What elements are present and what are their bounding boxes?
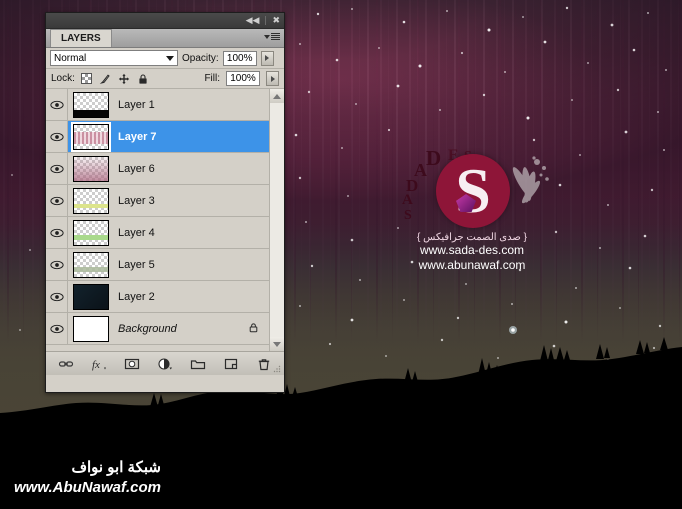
lock-fill-row: Lock: Fill: 100% [46, 69, 284, 89]
layer-thumbnail[interactable] [71, 121, 111, 152]
layer-list-scrollbar[interactable] [269, 89, 284, 351]
new-layer-icon[interactable] [223, 356, 239, 372]
layer-thumbnail[interactable] [73, 251, 109, 278]
layer-name[interactable]: Layer 6 [118, 163, 155, 175]
layer-thumbnail[interactable] [73, 155, 109, 182]
svg-text:fx: fx [92, 359, 100, 371]
layer-locked-icon [249, 322, 258, 332]
panel-menu-caret-icon [264, 34, 270, 39]
opacity-input[interactable]: 100% [222, 50, 257, 66]
visibility-eye-icon[interactable] [49, 99, 64, 111]
panel-menu-icon[interactable] [264, 33, 280, 40]
branding-arabic: شبكة ابو نواف [71, 459, 161, 476]
layer-lock-indicator [248, 321, 259, 336]
layers-panel[interactable]: ◀◀ ✖ LAYERS Normal Opacity: 100% Lock: F… [45, 12, 285, 393]
layer-thumbnail[interactable] [73, 219, 109, 246]
opacity-slider-button[interactable] [260, 50, 274, 66]
layer-visibility-toggle[interactable] [46, 217, 68, 248]
layer-thumbnail[interactable] [73, 187, 109, 214]
watermark-monogram: S [455, 155, 491, 226]
layer-name[interactable]: Background [118, 323, 177, 335]
layer-visibility-toggle[interactable] [46, 89, 68, 120]
chevron-down-icon [166, 55, 174, 61]
layer-name[interactable]: Layer 3 [118, 195, 155, 207]
delete-layer-icon[interactable] [256, 356, 272, 372]
layer-row-layer-6[interactable]: Layer 6 [46, 153, 269, 185]
branding-url: www.AbuNawaf.com [14, 479, 161, 496]
lock-transparency-icon[interactable] [80, 73, 92, 84]
visibility-eye-icon[interactable] [49, 163, 64, 175]
layer-thumbnail[interactable] [73, 91, 109, 118]
layer-row-layer-2[interactable]: Layer 2 [46, 281, 269, 313]
blend-mode-value: Normal [54, 52, 87, 64]
collapse-double-arrow-icon[interactable]: ◀◀ [246, 16, 260, 25]
titlebar-divider [265, 16, 267, 25]
visibility-eye-icon[interactable] [49, 259, 64, 271]
layer-visibility-toggle[interactable] [46, 185, 68, 216]
layer-thumbnail[interactable] [73, 283, 109, 310]
scrollbar-track[interactable] [270, 103, 284, 337]
visibility-eye-icon[interactable] [49, 323, 64, 335]
layer-visibility-toggle[interactable] [46, 249, 68, 280]
watermark-url-2: www.abunawaf.com [418, 258, 526, 272]
scroll-down-button[interactable] [270, 337, 284, 351]
screenshot-root: D E S A D A S S { صدى الصمت جرافيكس } ww… [0, 0, 682, 509]
fill-label: Fill: [204, 73, 220, 84]
layer-row-layer-7[interactable]: Layer 7 [46, 121, 269, 153]
link-layers-icon[interactable] [58, 356, 74, 372]
layer-name[interactable]: Layer 5 [118, 259, 155, 271]
watermark-letter-a2: A [402, 192, 413, 208]
watermark-tagline: { صدى الصمت جرافيكس } [416, 232, 527, 243]
watermark-logo: D E S A D A S S [392, 138, 552, 230]
new-adjustment-layer-icon[interactable] [157, 356, 173, 372]
layer-row-layer-5[interactable]: Layer 5 [46, 249, 269, 281]
layer-visibility-toggle[interactable] [46, 281, 68, 312]
blend-opacity-row: Normal Opacity: 100% [46, 48, 284, 69]
lock-position-icon[interactable] [118, 73, 130, 85]
add-layer-mask-icon[interactable] [124, 356, 140, 372]
layer-name[interactable]: Layer 2 [118, 291, 155, 303]
visibility-eye-icon[interactable] [49, 291, 64, 303]
watermark: D E S A D A S S { صدى الصمت جرافيكس } ww… [392, 138, 552, 278]
layer-visibility-toggle[interactable] [46, 153, 68, 184]
layer-style-fx-icon[interactable]: fx [91, 356, 107, 372]
tab-layers[interactable]: LAYERS [50, 29, 112, 47]
layer-name[interactable]: Layer 4 [118, 227, 155, 239]
layer-list[interactable]: Layer 1 Layer 7 Layer 6 Layer 3 Layer 4 Layer… [46, 89, 269, 351]
panel-titlebar: ◀◀ ✖ [46, 13, 284, 29]
close-icon[interactable]: ✖ [272, 16, 280, 25]
visibility-eye-icon[interactable] [49, 227, 64, 239]
layer-row-background[interactable]: Background [46, 313, 269, 345]
fill-slider-button[interactable] [266, 71, 279, 86]
fill-input[interactable]: 100% [226, 71, 260, 86]
lock-image-pixels-icon[interactable] [99, 73, 111, 85]
layer-name[interactable]: Layer 7 [118, 131, 157, 143]
lock-all-icon[interactable] [137, 73, 149, 85]
watermark-letter-s2: S [404, 208, 412, 223]
visibility-eye-icon[interactable] [49, 195, 64, 207]
layer-visibility-toggle[interactable] [46, 121, 68, 152]
panel-tabstrip: LAYERS [46, 29, 284, 48]
watermark-url-1: www.sada-des.com [419, 243, 525, 257]
panel-menu-lines-icon [271, 33, 280, 40]
opacity-label: Opacity: [182, 52, 219, 64]
layer-visibility-toggle[interactable] [46, 313, 68, 344]
layer-name[interactable]: Layer 1 [118, 99, 155, 111]
site-branding: شبكة ابو نواف www.AbuNawaf.com [14, 458, 161, 497]
layer-row-layer-4[interactable]: Layer 4 [46, 217, 269, 249]
resize-grip-icon[interactable] [273, 365, 281, 373]
new-group-icon[interactable] [190, 356, 206, 372]
layer-list-area: Layer 1 Layer 7 Layer 6 Layer 3 Layer 4 Layer… [46, 89, 284, 351]
layer-row-layer-1[interactable]: Layer 1 [46, 89, 269, 121]
blend-mode-select[interactable]: Normal [50, 50, 178, 66]
lock-label: Lock: [51, 73, 75, 84]
scroll-up-button[interactable] [270, 89, 284, 103]
layers-panel-toolbar: fx [46, 351, 284, 375]
layer-row-layer-3[interactable]: Layer 3 [46, 185, 269, 217]
visibility-eye-icon[interactable] [49, 131, 64, 143]
layer-thumbnail[interactable] [73, 315, 109, 342]
